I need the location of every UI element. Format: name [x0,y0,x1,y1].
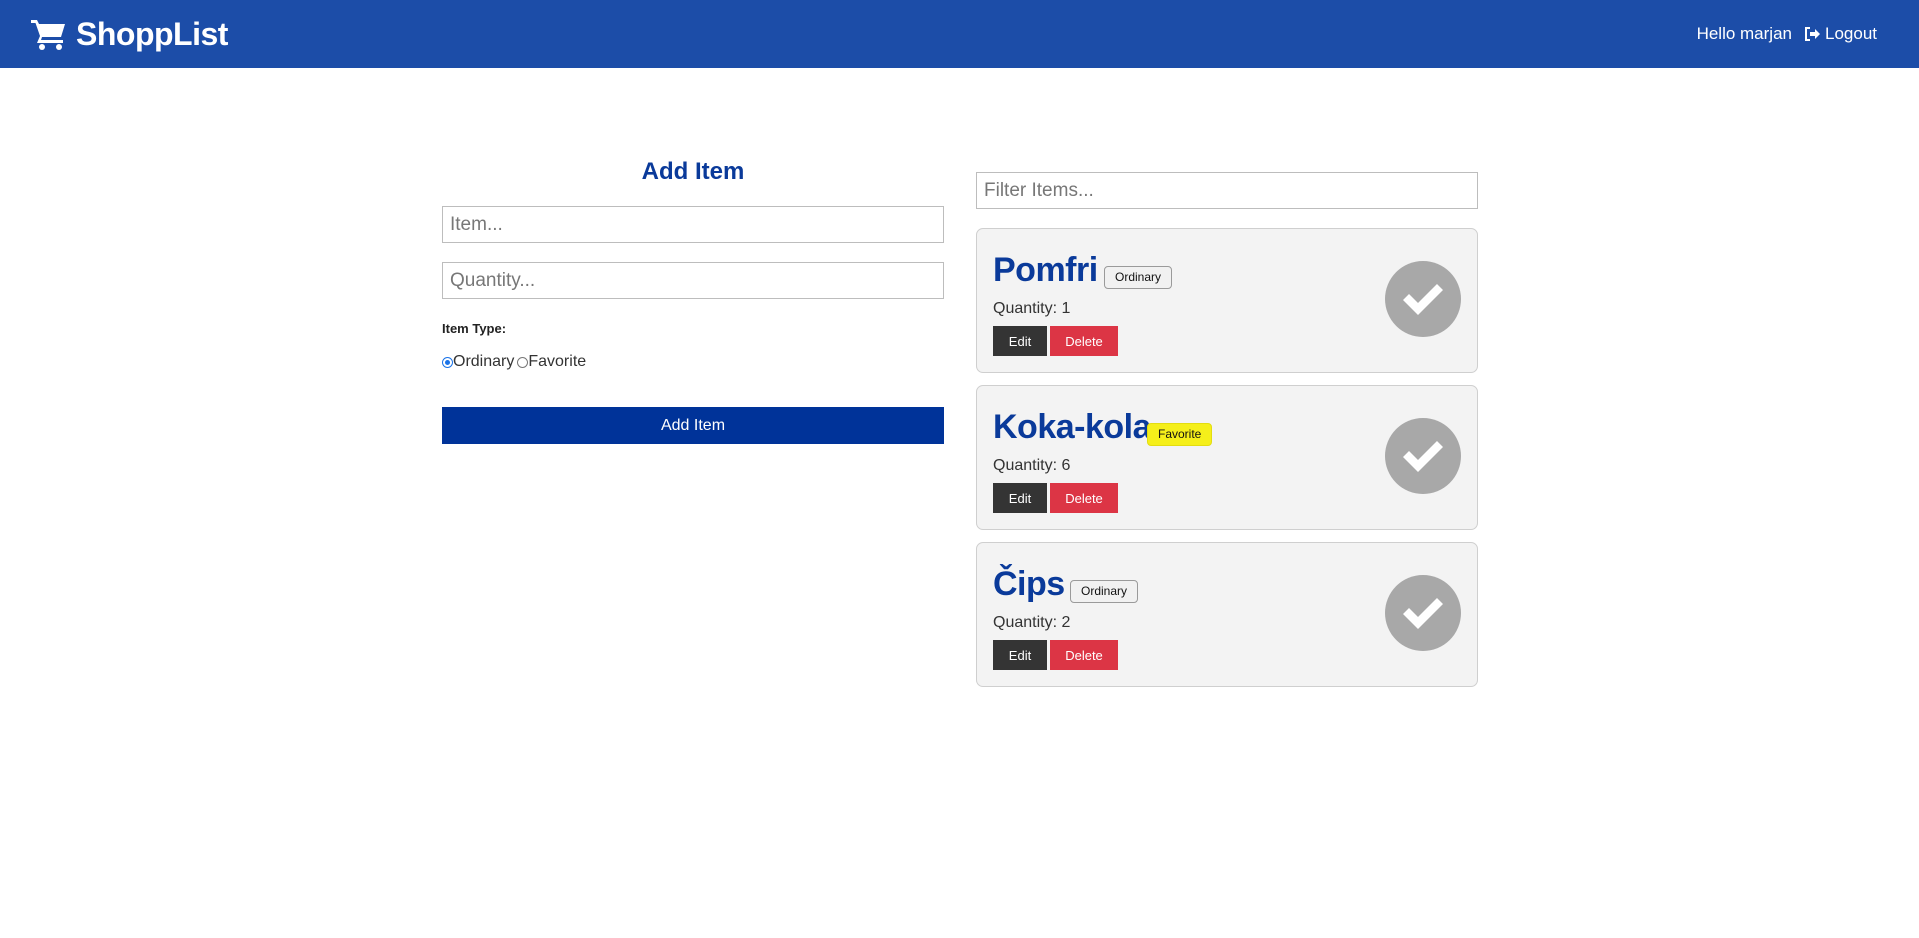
logout-label: Logout [1825,24,1877,43]
delete-button[interactable]: Delete [1050,326,1118,356]
radio-ordinary[interactable] [442,356,453,368]
brand-name: ShoppList [76,15,228,52]
add-item-button[interactable]: Add Item [442,407,944,444]
edit-button[interactable]: Edit [993,326,1047,356]
item-type-badge: Ordinary [1104,266,1173,289]
brand-link[interactable]: ShoppList [30,16,228,53]
logout-link[interactable]: Logout [1804,24,1877,44]
item-actions: Edit Delete [993,640,1118,670]
edit-button[interactable]: Edit [993,483,1047,513]
item-name-input[interactable] [442,206,944,243]
add-item-form: Add Item Item Type: Ordinary Favorite Ad… [442,154,944,444]
item-quantity: Quantity: 6 [993,457,1071,474]
radio-favorite[interactable] [517,356,529,368]
item-quantity: Quantity: 2 [993,614,1071,631]
item-type-badge: Ordinary [1070,580,1139,603]
filter-input[interactable] [976,172,1478,209]
radio-favorite-label[interactable]: Favorite [528,353,586,371]
item-quantity: Quantity: 1 [993,300,1071,317]
radio-ordinary-label[interactable]: Ordinary [453,353,514,371]
item-card: Koka-kola Favorite Quantity: 6 Edit Dele… [976,385,1478,530]
check-circle-icon[interactable] [1385,261,1461,337]
quantity-input[interactable] [442,262,944,299]
navbar: ShoppList Hello marjan Logout [0,0,1919,68]
shopping-cart-icon [31,20,65,50]
form-title: Add Item [641,158,745,185]
item-card: Čips Ordinary Quantity: 2 Edit Delete [976,542,1478,687]
items-list: Pomfri Ordinary Quantity: 1 Edit Delete … [976,172,1478,687]
item-actions: Edit Delete [993,326,1118,356]
check-circle-icon[interactable] [1385,418,1461,494]
nav-user-area: Hello marjan Logout [1697,24,1877,44]
item-name: Pomfri [993,251,1098,289]
sign-out-icon [1805,27,1820,41]
delete-button[interactable]: Delete [1050,483,1118,513]
item-name: Koka-kola [993,408,1152,446]
user-greeting: Hello marjan [1696,24,1792,43]
item-name: Čips [993,565,1065,603]
delete-button[interactable]: Delete [1050,640,1118,670]
item-actions: Edit Delete [993,483,1118,513]
check-circle-icon[interactable] [1385,575,1461,651]
edit-button[interactable]: Edit [993,640,1047,670]
item-type-label: Item Type: [442,321,507,336]
item-card: Pomfri Ordinary Quantity: 1 Edit Delete [976,228,1478,373]
item-type-badge: Favorite [1147,423,1213,446]
item-type-radio-group: Ordinary Favorite [442,353,944,371]
